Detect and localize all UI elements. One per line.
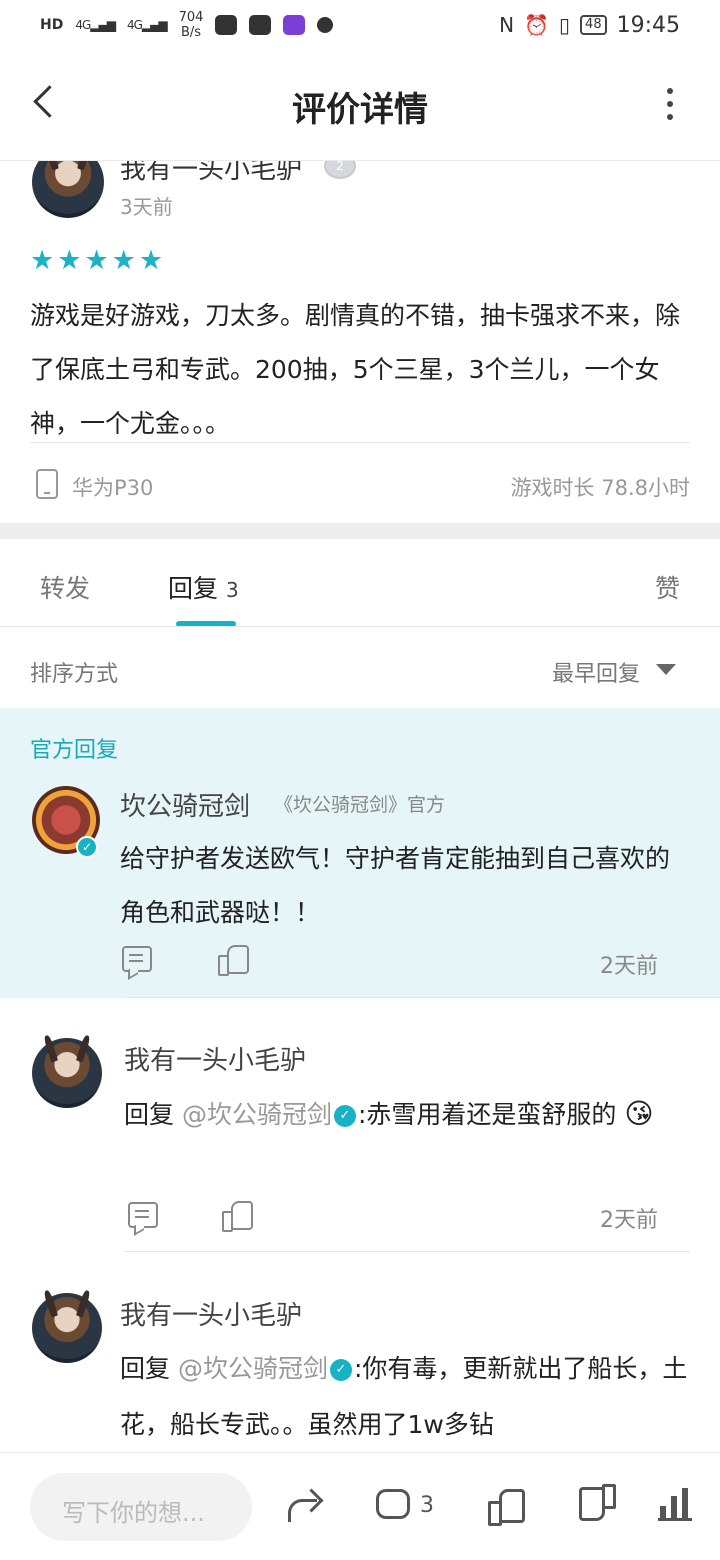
level-badge: 2 <box>324 161 356 179</box>
signal-2-label: 4G <box>126 18 143 32</box>
verified-icon: ✓ <box>76 836 98 858</box>
play-time: 游戏时长 78.8小时 <box>510 476 690 500</box>
avatar[interactable] <box>32 1038 102 1108</box>
verified-icon: ✓ <box>333 1105 356 1127</box>
star-icon: ★ <box>111 245 136 276</box>
bilibili-icon <box>215 15 238 35</box>
review-author[interactable]: 我有一头小毛驴 <box>120 161 302 186</box>
signal-icon: 4G▂▄▆ <box>75 18 116 32</box>
rating-stars: ★ ★ ★ ★ ★ <box>30 247 163 274</box>
page-title: 评价详情 <box>292 90 428 130</box>
star-icon: ★ <box>138 245 164 276</box>
star-icon: ★ <box>57 245 82 276</box>
reply-author[interactable]: 我有一头小毛驴 <box>120 1295 302 1332</box>
official-tag: 《坎公骑冠剑》官方 <box>274 794 446 816</box>
tab-like[interactable]: 赞 <box>655 569 680 605</box>
comment-input-placeholder: 写下你的想... <box>62 1499 205 1527</box>
reply-body: :赤雪用着还是蛮舒服的 <box>357 1100 617 1129</box>
review-card: 我有一头小毛驴 2 3天前 ★ ★ ★ ★ ★ 游戏是好游戏，刀太多。剧情真的不… <box>0 161 720 523</box>
like-icon[interactable] <box>222 1200 253 1232</box>
kiss-emoji: 😘 <box>624 1097 654 1130</box>
comment-icon[interactable] <box>122 946 152 972</box>
divider <box>0 626 720 627</box>
avatar[interactable] <box>32 161 104 218</box>
reply-count: 3 <box>226 578 239 602</box>
page: HD 4G▂▄▆ 4G▂▄▆ 704 B/s Ν ⏰ ▯ 48 19:45 评价详… <box>0 0 720 1560</box>
clock: 19:45 <box>616 12 680 38</box>
official-name[interactable]: 坎公骑冠剑 <box>120 786 250 823</box>
reply-text: 回复 @坎公骑冠剑 ✓:你有毒，更新就出了船长，土花，船长专武。。虽然用了1w多钻 <box>120 1341 690 1453</box>
more-options-icon[interactable] <box>660 88 680 120</box>
app-bar: 评价详情 <box>0 50 720 160</box>
comment-input[interactable]: 写下你的想... <box>30 1473 252 1541</box>
chart-icon[interactable] <box>658 1488 692 1521</box>
reply-time: 2天前 <box>600 954 658 979</box>
signal-1-label: 4G <box>75 18 91 32</box>
tab-bar: 转发 回复 3 赞 <box>0 539 720 627</box>
bottom-action-bar: 写下你的想... 3 <box>0 1452 720 1560</box>
battery-icon: 48 <box>580 15 607 35</box>
divider <box>30 442 690 443</box>
like-icon[interactable] <box>218 944 249 976</box>
star-icon: ★ <box>84 245 109 276</box>
official-reply: 官方回复 ✓ 坎公骑冠剑 《坎公骑冠剑》官方 给守护者发送欧气！守护者肯定能抽到… <box>0 708 720 998</box>
divider <box>124 1251 690 1252</box>
comment-icon[interactable] <box>376 1489 410 1519</box>
reply-prefix: 回复 <box>120 1354 171 1383</box>
official-reply-label: 官方回复 <box>30 738 119 763</box>
avatar[interactable] <box>32 1293 102 1363</box>
reply-prefix: 回复 <box>124 1100 175 1129</box>
signal-icon: 4G▂▄▆ <box>126 18 168 32</box>
alarm-icon: ⏰ <box>524 13 550 37</box>
star-icon: ★ <box>30 245 55 276</box>
status-right: Ν ⏰ ▯ 48 19:45 <box>499 8 680 42</box>
section-separator <box>0 523 720 539</box>
app-notification-icon <box>283 15 306 35</box>
review-time: 3天前 <box>120 195 173 219</box>
vibrate-icon: ▯ <box>559 13 571 37</box>
tab-reply-label: 回复 <box>168 574 219 603</box>
official-reply-text: 给守护者发送欧气！守护者肯定能抽到自己喜欢的角色和武器哒！！ <box>120 844 671 927</box>
device-label: 华为P30 <box>72 476 154 500</box>
dislike-icon[interactable] <box>580 1487 616 1523</box>
tab-reply[interactable]: 回复 3 <box>168 569 239 605</box>
share-icon[interactable] <box>286 1491 322 1522</box>
comment-count: 3 <box>420 1493 434 1518</box>
network-speed: 704 B/s <box>179 10 204 40</box>
speed-unit: B/s <box>180 25 202 40</box>
review-text: 游戏是好游戏，刀太多。剧情真的不错，抽卡强求不来，除了保底土弓和专武。200抽，… <box>30 301 681 438</box>
status-bar: HD 4G▂▄▆ 4G▂▄▆ 704 B/s Ν ⏰ ▯ 48 19:45 <box>0 0 720 50</box>
status-left: HD 4G▂▄▆ 4G▂▄▆ 704 B/s <box>40 8 334 42</box>
reply-author[interactable]: 我有一头小毛驴 <box>124 1040 306 1077</box>
chevron-down-icon[interactable] <box>656 664 676 675</box>
sort-dropdown[interactable]: 最早回复 <box>552 656 640 688</box>
mention-link[interactable]: @坎公骑冠剑 <box>178 1354 328 1383</box>
reply-item: 我有一头小毛驴 回复 @坎公骑冠剑 ✓:你有毒，更新就出了船长，土花，船长专武。。… <box>0 1253 720 1453</box>
phone-icon <box>36 469 58 499</box>
weibo-icon <box>317 17 334 33</box>
sort-label: 排序方式 <box>30 662 119 687</box>
like-icon[interactable] <box>488 1487 525 1526</box>
nfc-icon: Ν <box>499 13 515 37</box>
comment-icon[interactable] <box>128 1202 158 1228</box>
reply-text: 回复 @坎公骑冠剑 ✓:赤雪用着还是蛮舒服的 😘 <box>124 1086 694 1143</box>
verified-icon: ✓ <box>329 1359 352 1381</box>
hd-indicator: HD <box>40 17 64 33</box>
speed-value: 704 <box>178 10 204 25</box>
tab-forward[interactable]: 转发 <box>40 569 90 605</box>
reply-item: 我有一头小毛驴 回复 @坎公骑冠剑 ✓:赤雪用着还是蛮舒服的 😘 2天前 <box>0 998 720 1252</box>
mention-link[interactable]: @坎公骑冠剑 <box>182 1100 332 1129</box>
reply-time: 2天前 <box>600 1208 658 1233</box>
qq-icon <box>249 15 272 35</box>
